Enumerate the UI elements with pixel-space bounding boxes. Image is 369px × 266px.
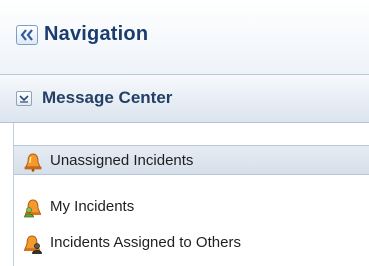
navigation-title: Navigation (44, 23, 149, 45)
collapse-navigation-button[interactable] (16, 25, 38, 45)
user-bell-icon (24, 199, 41, 218)
list-item-my-incidents[interactable]: My Incidents (14, 192, 369, 222)
list-item-label: My Incidents (50, 198, 135, 215)
others-bell-icon (24, 235, 42, 254)
navigation-header: Navigation (0, 0, 369, 75)
list-item-unassigned-incidents[interactable]: Unassigned Incidents (14, 145, 369, 175)
list-item-incidents-assigned-to-others[interactable]: Incidents Assigned to Others (14, 228, 369, 258)
list-item-label: Unassigned Incidents (50, 152, 194, 169)
chevron-down-icon (19, 95, 29, 103)
alarm-bell-icon (24, 153, 42, 172)
expand-section-button[interactable] (16, 91, 32, 106)
message-center-title: Message Center (42, 88, 173, 107)
list-item-label: Incidents Assigned to Others (50, 234, 241, 251)
double-chevron-left-icon (20, 29, 33, 41)
